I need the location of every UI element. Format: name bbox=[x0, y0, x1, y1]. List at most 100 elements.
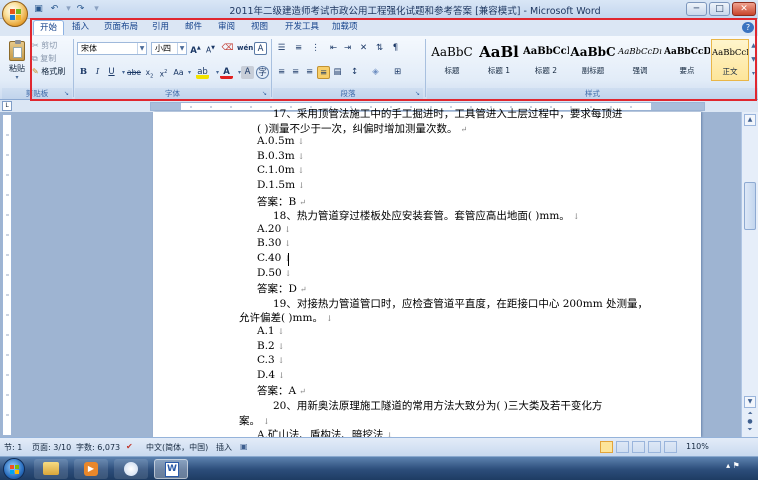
dialog-launcher-icon[interactable]: ↘ bbox=[262, 88, 267, 99]
document-line[interactable]: B.2 ↓ bbox=[257, 340, 284, 352]
document-line[interactable]: B.30 ↓ bbox=[257, 237, 291, 249]
phonetic-guide-icon[interactable]: wén bbox=[237, 42, 253, 55]
macro-record-icon[interactable]: ▣ bbox=[240, 442, 248, 451]
justify-icon[interactable]: ≡ bbox=[317, 66, 330, 79]
styles-scroll-icon[interactable]: ▲ ▼ ▾ bbox=[750, 39, 757, 81]
font-size-combo[interactable]: 小四 ▼ bbox=[151, 42, 187, 55]
chevron-down-icon[interactable]: ▼ bbox=[177, 43, 186, 54]
shading-icon[interactable]: ◈ bbox=[369, 66, 382, 79]
subscript-icon[interactable]: x2 bbox=[143, 66, 156, 80]
style-heading-1[interactable]: AaBl 标题 1 bbox=[476, 39, 522, 81]
font-color-icon[interactable]: A bbox=[220, 66, 233, 79]
show-marks-icon[interactable]: ¶ bbox=[389, 42, 402, 55]
scroll-down-arrow-icon[interactable]: ▼ bbox=[744, 396, 756, 408]
vertical-ruler[interactable] bbox=[2, 114, 12, 436]
document-line[interactable]: 案。 ↓ bbox=[239, 413, 270, 428]
chevron-down-icon[interactable]: ▾ bbox=[183, 66, 196, 79]
next-page-icon[interactable]: ⏷ bbox=[744, 425, 756, 434]
print-layout-icon[interactable] bbox=[600, 441, 613, 453]
style-title[interactable]: AaBbC 标题 bbox=[429, 39, 475, 81]
draft-icon[interactable] bbox=[664, 441, 677, 453]
style-normal[interactable]: AaBbCcDı正文 bbox=[711, 39, 749, 81]
save-icon[interactable]: ▣ bbox=[32, 3, 45, 16]
chevron-down-icon[interactable]: ▼ bbox=[137, 43, 146, 54]
document-line[interactable]: A.20 ↓ bbox=[257, 223, 291, 235]
page-indicator[interactable]: 页面: 3/10 bbox=[32, 442, 71, 453]
vertical-scrollbar[interactable]: ▲ ▼ ⏶ ● ⏷ bbox=[741, 112, 758, 437]
align-center-icon[interactable]: ≡ bbox=[289, 66, 302, 79]
close-button[interactable]: ✕ bbox=[732, 2, 756, 16]
document-line[interactable]: 19、对接热力管道管口时，应检查管道平直度，在距接口中心 200mm 处测量， bbox=[273, 296, 651, 311]
borders-icon[interactable]: ⊞ bbox=[391, 66, 404, 79]
taskbar-media-player[interactable]: ▶ bbox=[74, 459, 108, 479]
document-line[interactable]: 答案：D ↵ bbox=[257, 281, 307, 296]
style-emphasis[interactable]: AaBbCcDı 强调 bbox=[617, 39, 663, 81]
document-line[interactable]: 答案：B ↵ bbox=[257, 194, 306, 209]
tab-selector-icon[interactable]: L bbox=[2, 101, 12, 111]
taskbar-word[interactable]: W bbox=[154, 459, 188, 479]
tab-insert[interactable]: 插入 bbox=[66, 20, 95, 35]
minimize-button[interactable]: ─ bbox=[686, 2, 707, 16]
document-line[interactable]: 18、热力管道穿过楼板处应安装套管。套管应高出地面( )mm。 ↓ bbox=[273, 208, 580, 223]
document-line[interactable]: A.0.5m ↓ bbox=[257, 135, 304, 147]
copy-button[interactable]: ⧉ 复制 bbox=[32, 52, 56, 65]
maximize-button[interactable]: □ bbox=[709, 2, 730, 16]
format-painter-button[interactable]: ✎ 格式刷 bbox=[32, 65, 65, 78]
help-icon[interactable]: ? bbox=[742, 22, 754, 33]
enclose-characters-icon[interactable]: 字 bbox=[256, 66, 269, 79]
document-line[interactable]: 答案：A ↵ bbox=[257, 383, 306, 398]
tab-developer[interactable]: 开发工具 bbox=[279, 20, 325, 35]
distributed-icon[interactable]: ▤ bbox=[331, 66, 344, 79]
scroll-up-arrow-icon[interactable]: ▲ bbox=[744, 114, 756, 126]
outline-icon[interactable] bbox=[648, 441, 661, 453]
numbering-icon[interactable]: ≡ bbox=[292, 42, 305, 55]
align-left-icon[interactable]: ≡ bbox=[275, 66, 288, 79]
document-line[interactable]: D.1.5m ↓ bbox=[257, 179, 305, 191]
tab-view[interactable]: 视图 bbox=[245, 20, 274, 35]
document-line[interactable]: B.0.3m ↓ bbox=[257, 150, 304, 162]
document-line[interactable]: D.50 ↓ bbox=[257, 267, 291, 279]
start-button[interactable] bbox=[3, 458, 25, 480]
character-border-icon[interactable]: A bbox=[254, 42, 267, 55]
customize-qat-icon[interactable]: ▾ bbox=[90, 3, 103, 16]
tab-add-ins[interactable]: 加载项 bbox=[326, 20, 364, 35]
dialog-launcher-icon[interactable]: ↘ bbox=[64, 88, 69, 99]
cut-button[interactable]: ✂ 剪切 bbox=[32, 39, 57, 52]
taskbar-app[interactable] bbox=[114, 459, 148, 479]
proofing-icon[interactable]: ✔ bbox=[126, 442, 133, 451]
document-line[interactable]: 20、用新奥法原理施工隧道的常用方法大致分为( )三大类及若干变化方 bbox=[273, 398, 605, 413]
document-line[interactable]: C.3 ↓ bbox=[257, 354, 284, 366]
highlight-icon[interactable]: ab bbox=[196, 66, 209, 79]
grow-font-icon[interactable]: A▲ bbox=[189, 42, 202, 56]
decrease-indent-icon[interactable]: ⇤ bbox=[327, 42, 340, 55]
word-count[interactable]: 字数: 6,073 bbox=[76, 442, 120, 453]
paste-button[interactable]: 粘贴 ▾ bbox=[6, 39, 28, 83]
character-shading-icon[interactable]: A bbox=[241, 66, 254, 79]
document-line[interactable]: ( )测量不少于一次，纠偏时增加测量次数。 ↵ bbox=[257, 121, 467, 136]
chinese-layout-icon[interactable]: ✕ bbox=[357, 42, 370, 55]
document-line[interactable]: 17、采用顶管法施工中的手工掘进时，工具管进入土层过程中，要求每顶进 bbox=[273, 106, 625, 121]
taskbar-explorer[interactable] bbox=[34, 459, 68, 479]
document-page[interactable]: 17、采用顶管法施工中的手工掘进时，工具管进入土层过程中，要求每顶进( )测量不… bbox=[153, 108, 701, 441]
tab-home[interactable]: 开始 bbox=[33, 20, 65, 35]
sort-icon[interactable]: ⇅ bbox=[373, 42, 386, 55]
italic-icon[interactable]: I bbox=[91, 66, 104, 79]
line-spacing-icon[interactable]: ↕ bbox=[348, 66, 361, 79]
strikethrough-icon[interactable]: abe bbox=[127, 66, 141, 79]
align-right-icon[interactable]: ≡ bbox=[303, 66, 316, 79]
document-line[interactable]: C.1.0m ↓ bbox=[257, 164, 304, 176]
document-line[interactable]: C.40↓ bbox=[257, 252, 291, 264]
bold-icon[interactable]: B bbox=[77, 66, 90, 79]
tab-review[interactable]: 审阅 bbox=[212, 20, 241, 35]
scroll-thumb[interactable] bbox=[744, 182, 756, 230]
section-indicator[interactable]: 节: 1 bbox=[4, 442, 22, 453]
tab-references[interactable]: 引用 bbox=[146, 20, 175, 35]
insert-mode-indicator[interactable]: 插入 bbox=[216, 442, 232, 453]
system-tray[interactable]: ▴ ⚑ bbox=[716, 461, 750, 477]
style-subtitle[interactable]: AaBbC 副标题 bbox=[570, 39, 616, 81]
language-indicator[interactable]: 中文(简体，中国) bbox=[146, 442, 208, 453]
font-name-combo[interactable]: 宋体 ▼ bbox=[77, 42, 147, 55]
superscript-icon[interactable]: x2 bbox=[157, 66, 170, 79]
clear-formatting-icon[interactable]: ⌫ bbox=[221, 42, 234, 55]
web-layout-icon[interactable] bbox=[632, 441, 645, 453]
